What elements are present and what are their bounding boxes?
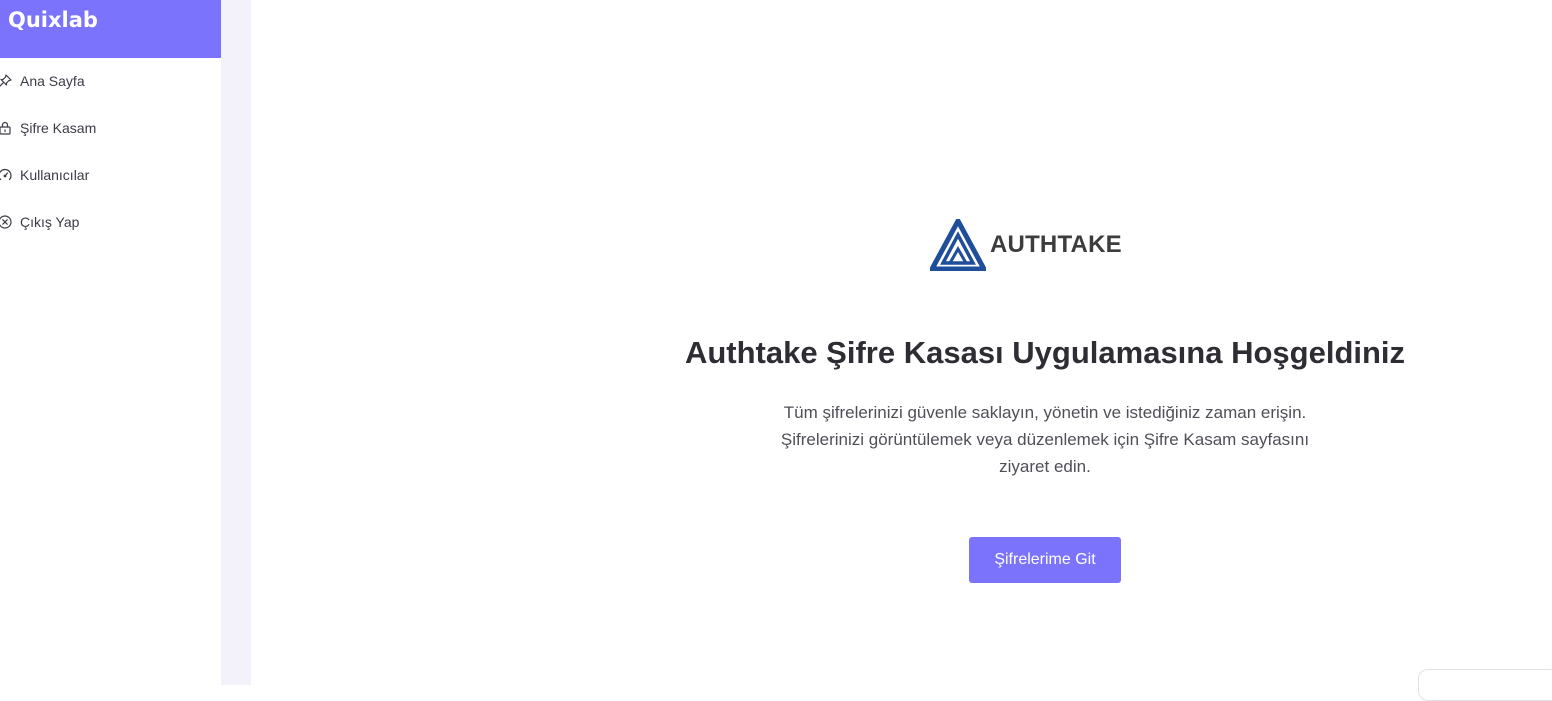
sidebar-item-label: Şifre Kasam	[20, 120, 97, 136]
speedometer-icon	[0, 168, 12, 182]
brand-logo[interactable]: Quixlab	[0, 0, 221, 58]
lock-icon	[0, 121, 12, 135]
content-gutter	[221, 0, 251, 685]
corner-widget[interactable]	[1418, 669, 1552, 701]
logo-wordmark: AUTHTAKE	[990, 231, 1122, 258]
sidebar-item-label: Ana Sayfa	[20, 73, 85, 89]
sidebar-item-users[interactable]: Kullanıcılar	[0, 163, 89, 187]
page-title: Authtake Şifre Kasası Uygulamasına Hoşge…	[684, 335, 1406, 370]
sidebar-item-home[interactable]: Ana Sayfa	[0, 69, 85, 93]
sidebar-item-label: Çıkış Yap	[20, 214, 80, 230]
sidebar-item-logout[interactable]: Çıkış Yap	[0, 210, 79, 234]
close-circle-icon	[0, 215, 12, 229]
welcome-description: Tüm şifrelerinizi güvenle saklayın, yöne…	[780, 403, 1310, 476]
go-to-passwords-button[interactable]: Şifrelerime Git	[969, 537, 1121, 583]
pin-icon	[0, 74, 12, 88]
authtake-logo-icon	[930, 219, 986, 271]
sidebar-item-label: Kullanıcılar	[20, 167, 90, 183]
sidebar: Quixlab Ana Sayfa Şifre Kasam Kullanıcıl…	[0, 0, 221, 685]
sidebar-item-vault[interactable]: Şifre Kasam	[0, 116, 96, 140]
authtake-logo: AUTHTAKE	[930, 219, 1122, 271]
